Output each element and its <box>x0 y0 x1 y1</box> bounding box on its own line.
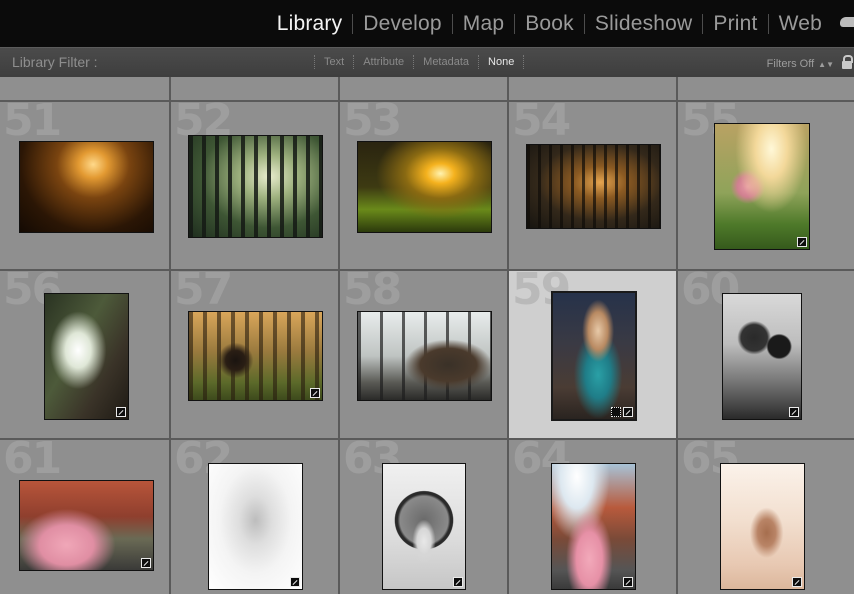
grid-cell[interactable]: 64 <box>509 440 676 594</box>
grid-cell[interactable]: 65 <box>678 440 854 594</box>
filter-attribute[interactable]: Attribute <box>354 56 413 68</box>
grid-cell[interactable]: 54 <box>509 102 676 269</box>
cell-index-number: 61 <box>3 440 62 484</box>
edited-badge-icon <box>290 577 300 587</box>
cell-index-number: 53 <box>343 102 402 146</box>
grid-cell[interactable]: 56 <box>0 271 169 438</box>
edited-badge-icon <box>792 577 802 587</box>
grid-cell[interactable]: 58 <box>340 271 507 438</box>
library-filter-title: Library Filter : <box>12 54 98 70</box>
edited-badge-icon <box>623 577 633 587</box>
module-picker: Library Develop Map Book Slideshow Print… <box>0 0 854 47</box>
grid-cell-partial[interactable] <box>0 77 169 100</box>
edited-badge-icon <box>116 407 126 417</box>
module-book[interactable]: Book <box>515 0 584 47</box>
photo-thumbnail[interactable] <box>188 311 323 401</box>
photo-thumbnail[interactable] <box>551 463 636 590</box>
photo-thumbnail[interactable] <box>44 293 129 420</box>
edited-badge-icon <box>623 407 633 417</box>
cell-index-number: 58 <box>343 271 402 315</box>
photo-thumbnail[interactable] <box>357 141 492 233</box>
module-list: Library Develop Map Book Slideshow Print… <box>267 0 832 47</box>
grid-cell-partial[interactable] <box>171 77 338 100</box>
edited-badge-icon <box>310 388 320 398</box>
cloud-icon[interactable] <box>840 17 854 27</box>
grid-cell-partial[interactable] <box>509 77 676 100</box>
grid-cell[interactable]: 61 <box>0 440 169 594</box>
module-web[interactable]: Web <box>769 0 832 47</box>
filter-text[interactable]: Text <box>315 56 353 68</box>
edited-badge-icon <box>141 558 151 568</box>
photo-thumbnail[interactable] <box>357 311 492 401</box>
photo-thumbnail[interactable] <box>19 480 154 571</box>
module-slideshow[interactable]: Slideshow <box>585 0 703 47</box>
filter-separator <box>523 55 525 69</box>
photo-thumbnail[interactable] <box>382 463 466 590</box>
updown-caret-icon: ▲▼ <box>818 60 834 69</box>
grid-cell[interactable]: 53 <box>340 102 507 269</box>
filter-none[interactable]: None <box>479 56 523 68</box>
cell-index-number: 51 <box>3 102 62 146</box>
filters-off-dropdown[interactable]: Filters Off ▲▼ <box>767 58 834 70</box>
grid-cell-partial[interactable] <box>678 77 854 100</box>
photo-thumbnail[interactable] <box>19 141 154 233</box>
filter-metadata[interactable]: Metadata <box>414 56 478 68</box>
grid-cell[interactable]: 57 <box>171 271 338 438</box>
filter-options: Text Attribute Metadata None <box>314 48 525 76</box>
photo-thumbnail[interactable] <box>720 463 805 590</box>
edited-badge-icon <box>789 407 799 417</box>
photo-thumbnail[interactable] <box>188 135 323 238</box>
crop-badge-icon <box>611 407 621 417</box>
cell-index-number: 54 <box>512 102 571 146</box>
cell-index-number: 57 <box>174 271 233 315</box>
lock-icon[interactable] <box>842 55 853 69</box>
grid-cell-selected[interactable]: 59 <box>509 271 676 438</box>
edited-badge-icon <box>797 237 807 247</box>
edited-badge-icon <box>453 577 463 587</box>
photo-thumbnail[interactable] <box>208 463 303 590</box>
grid-cell-partial[interactable] <box>340 77 507 100</box>
grid-top-row-strip <box>0 77 854 100</box>
grid-cell[interactable]: 51 <box>0 102 169 269</box>
grid-cell[interactable]: 62 <box>171 440 338 594</box>
module-map[interactable]: Map <box>453 0 514 47</box>
photo-thumbnail[interactable] <box>551 291 637 421</box>
grid-cell[interactable]: 60 <box>678 271 854 438</box>
module-develop[interactable]: Develop <box>353 0 451 47</box>
grid-cell[interactable]: 63 <box>340 440 507 594</box>
photo-thumbnail[interactable] <box>526 144 661 229</box>
photo-thumbnail[interactable] <box>722 293 802 420</box>
module-print[interactable]: Print <box>703 0 767 47</box>
photo-thumbnail[interactable] <box>714 123 810 250</box>
module-library[interactable]: Library <box>267 0 353 47</box>
thumbnail-grid: 51 52 53 54 55 56 57 58 59 60 61 62 63 6… <box>0 77 854 594</box>
grid-cell[interactable]: 55 <box>678 102 854 269</box>
filters-off-label: Filters Off <box>766 58 815 70</box>
grid-cell[interactable]: 52 <box>171 102 338 269</box>
library-filter-bar: Library Filter : Text Attribute Metadata… <box>0 47 854 77</box>
